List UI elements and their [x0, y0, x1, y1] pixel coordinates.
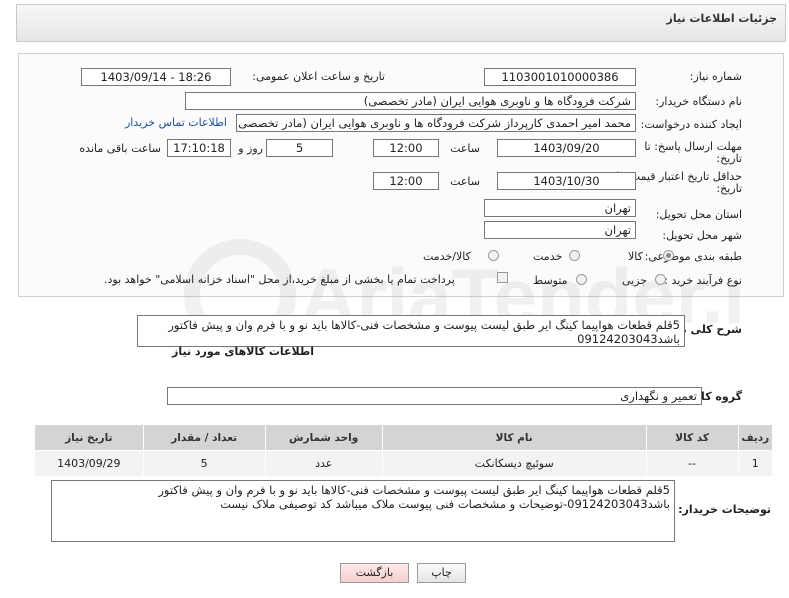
buyer-org-field: شرکت فرودگاه ها و ناوبری هوایی ایران (ما… — [185, 92, 636, 110]
requester-field: محمد امیر احمدی کارپرداز شرکت فرودگاه ها… — [236, 114, 636, 132]
days-remaining-field: 5 — [266, 139, 333, 157]
price-validity-time-label: ساعت — [450, 175, 480, 188]
category-option-goods: کالا — [628, 250, 643, 263]
time-remaining-field: 17:10:18 — [167, 139, 231, 157]
cell-name: سوئیچ دیسکانکت — [381, 450, 647, 477]
summary-textarea: 5قلم قطعات هواپیما کینگ ایر طبق لیست پیو… — [137, 315, 685, 347]
buyer-notes-textarea: 5قلم قطعات هواپیما کینگ ایر طبق لیست پیو… — [51, 480, 675, 542]
category-option-goods-service: کالا/خدمت — [423, 250, 471, 263]
col-unit: واحد شمارش — [264, 424, 383, 451]
goods-table: ردیف کد کالا نام کالا واحد شمارش تعداد /… — [34, 424, 774, 477]
need-number-label: شماره نیاز: — [689, 70, 742, 83]
buyer-org-label: نام دستگاه خریدار: — [655, 95, 742, 108]
province-field: تهران — [484, 199, 636, 217]
category-radio-service[interactable] — [569, 250, 580, 261]
purchase-radio-medium[interactable] — [576, 274, 587, 285]
treasury-payment-checkbox[interactable] — [497, 272, 508, 283]
table-row: 1 -- سوئیچ دیسکانکت عدد 5 1403/09/29 — [34, 450, 774, 477]
page-title: جزئیات اطلاعات نیاز — [666, 12, 778, 25]
cell-date: 1403/09/29 — [34, 450, 144, 477]
col-code: کد کالا — [645, 424, 739, 451]
city-field: تهران — [484, 221, 636, 239]
buyer-contact-link[interactable]: اطلاعات تماس خریدار — [125, 116, 227, 129]
buyer-notes-line-2: باشد09124203043-توضیحات و مشخصات فنی پیو… — [220, 497, 670, 511]
response-deadline-label-date: تاریخ: — [716, 152, 742, 165]
treasury-payment-note: پرداخت تمام یا بخشی از مبلغ خرید،از محل … — [104, 273, 455, 286]
col-name: نام کالا — [381, 424, 647, 451]
cell-quantity: 5 — [142, 450, 266, 477]
col-date: تاریخ نیاز — [34, 424, 144, 451]
purchase-option-minor: جزیی — [622, 274, 648, 287]
days-label: روز و — [238, 142, 263, 155]
price-validity-time-field: 12:00 — [373, 172, 439, 190]
response-time-label: ساعت — [450, 142, 480, 155]
announce-datetime-label: تاریخ و ساعت اعلان عمومی: — [252, 70, 385, 83]
cell-code: -- — [645, 450, 739, 477]
col-quantity: تعداد / مقدار — [142, 424, 266, 451]
purchase-type-label: نوع فرآیند خرید : — [664, 274, 742, 287]
need-number-field: 1103001010000386 — [484, 68, 636, 86]
cell-unit: عدد — [264, 450, 383, 477]
response-time-field: 12:00 — [373, 139, 439, 157]
buyer-notes-line-1: 5قلم قطعات هواپیما کینگ ایر طبق لیست پیو… — [158, 483, 670, 497]
cell-row: 1 — [737, 450, 774, 477]
price-validity-date-field: 1403/10/30 — [497, 172, 636, 190]
buyer-notes-label: توضیحات خریدار: — [678, 503, 771, 516]
category-label: طبقه بندی موضوعی: — [644, 250, 742, 263]
category-radio-goods[interactable] — [663, 250, 674, 261]
back-button[interactable]: بازگشت — [340, 563, 409, 583]
province-label: استان محل تحویل: — [655, 208, 742, 221]
response-date-field: 1403/09/20 — [497, 139, 636, 157]
purchase-radio-minor[interactable] — [655, 274, 666, 285]
city-label: شهر محل تحویل: — [662, 229, 742, 242]
purchase-option-medium: متوسط — [533, 274, 568, 287]
col-row: ردیف — [737, 424, 774, 451]
table-header-row: ردیف کد کالا نام کالا واحد شمارش تعداد /… — [34, 424, 774, 451]
goods-info-title: اطلاعات کالاهای مورد نیاز — [172, 345, 314, 358]
print-button[interactable]: چاپ — [417, 563, 466, 583]
price-validity-label-date: تاریخ: — [716, 182, 742, 195]
goods-group-field: تعمیر و نگهداری — [167, 387, 702, 405]
time-remaining-label: ساعت باقی مانده — [79, 142, 161, 155]
category-option-service: خدمت — [533, 250, 563, 263]
category-radio-goods-service[interactable] — [488, 250, 499, 261]
requester-label: ایجاد کننده درخواست: — [640, 118, 742, 131]
announce-datetime-field: 1403/09/14 - 18:26 — [81, 68, 231, 86]
